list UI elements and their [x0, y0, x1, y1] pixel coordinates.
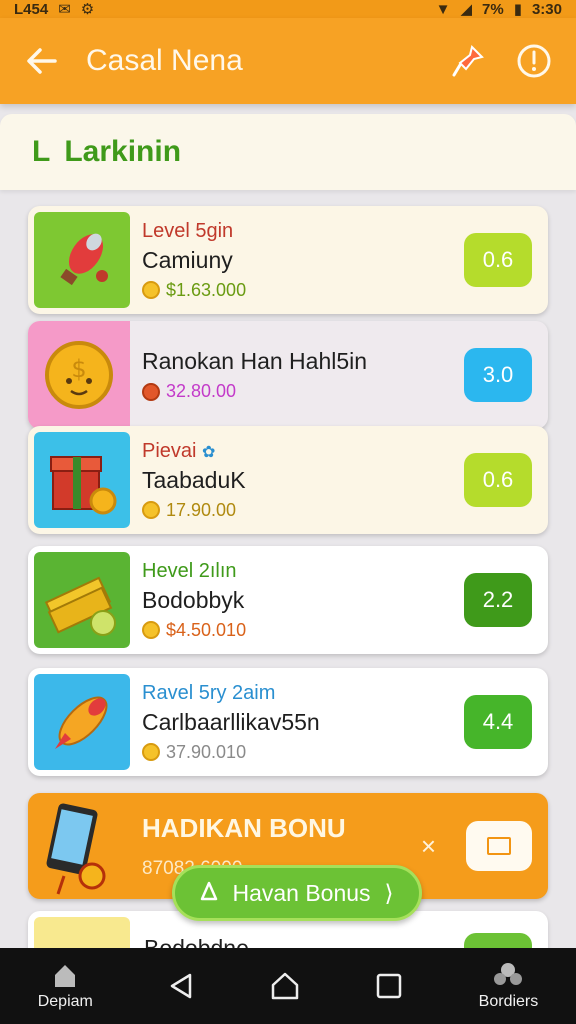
list-item[interactable]: Hevel 2ılın Bodobbyk $4.50.010 2.2: [28, 546, 548, 654]
navigation-bar: Depiam Bordiers: [0, 948, 576, 1024]
list-item[interactable]: $ Ranokan Han Hahl5in 32.80.00 3.0: [28, 321, 548, 429]
phone-bonus-icon: [28, 793, 128, 899]
nav-home[interactable]: Depiam: [38, 961, 93, 1011]
item-price-value: $4.50.010: [166, 619, 247, 640]
list-item[interactable]: Pievai ✿ TaabaduK 17.90.00 0.6: [28, 426, 548, 534]
svg-text:$: $: [71, 355, 86, 383]
battery-icon: ▮: [513, 1, 522, 18]
coin-icon: [142, 621, 160, 639]
list-item[interactable]: Level 5gin Camiuny $1.63.000 0.6: [28, 206, 548, 314]
arrow-left-icon[interactable]: [22, 41, 62, 81]
signal-icon: ◢: [460, 1, 473, 18]
item-name: Ranokan Han Hahl5in: [142, 348, 368, 374]
mail-icon: ✉: [58, 1, 71, 18]
item-price: $4.50.010: [142, 620, 464, 641]
score-badge[interactable]: 3.0: [464, 348, 532, 402]
house-icon: [55, 965, 76, 987]
home-outline-icon: [271, 972, 299, 1000]
item-price: 37.90.010: [142, 742, 464, 763]
app-bar: Casal Nena: [0, 18, 576, 104]
section-header: L Larkinin: [0, 114, 576, 190]
triangle-back-icon: [171, 973, 192, 999]
nav-back[interactable]: [168, 971, 194, 1001]
nav-right-label: Bordiers: [478, 993, 539, 1010]
lock-icon: [200, 880, 218, 907]
coin-icon: [142, 281, 160, 299]
item-price: $1.63.000: [142, 280, 464, 301]
settings-icon: ⚙: [80, 1, 95, 18]
item-name: Carlbaarllikav55n: [142, 708, 320, 735]
score-badge[interactable]: 4.4: [464, 695, 532, 749]
item-level: Ravel 5ry 2aim: [142, 681, 276, 704]
people-icon: [494, 963, 523, 985]
section-title: Larkinin: [64, 135, 182, 168]
info-circle-icon[interactable]: [514, 41, 554, 81]
rocket-icon: [34, 212, 130, 308]
item-name: TaabaduK: [142, 466, 246, 493]
nav-recents[interactable]: [375, 972, 403, 1000]
item-price-value: 17.90.00: [166, 499, 237, 520]
bonus-title: HADIKAN BONU: [142, 812, 346, 843]
nav-left-label: Depiam: [37, 993, 93, 1010]
coin-icon: [142, 743, 160, 761]
item-level: Level 5gin: [142, 219, 234, 242]
score-badge[interactable]: 0.6: [464, 453, 532, 507]
pin-icon[interactable]: [448, 41, 488, 81]
coin-icon: [142, 382, 160, 401]
nav-borders[interactable]: Bordiers: [478, 961, 539, 1011]
item-level: Hevel 2ılın: [142, 559, 237, 582]
item-name: Camiuny: [142, 246, 233, 273]
item-level-text: Pievai: [142, 439, 197, 462]
bonus-action-button[interactable]: [466, 821, 532, 871]
square-recents-icon: [376, 973, 402, 999]
coin-face-icon: $: [28, 321, 130, 429]
chevron-right-icon: ⟩: [384, 879, 394, 906]
score-badge[interactable]: 2.2: [464, 573, 532, 627]
item-price: 17.90.00: [142, 500, 464, 521]
bonus-button-label: Havan Bonus: [232, 879, 371, 906]
item-price: 32.80.00: [142, 381, 464, 402]
item-price-value: $1.63.000: [166, 279, 247, 300]
square-icon: [487, 837, 511, 855]
item-level: Pievai ✿: [142, 440, 464, 463]
clock: 3:30: [531, 0, 562, 18]
coin-icon: [142, 501, 160, 519]
bonus-button[interactable]: Havan Bonus ⟩: [172, 865, 422, 921]
battery-label: 7%: [482, 0, 504, 18]
rocket-icon: [34, 674, 130, 770]
page-title: Casal Nena: [86, 44, 243, 77]
item-name: Bodobbyk: [142, 586, 245, 613]
close-icon[interactable]: ×: [421, 831, 436, 862]
wifi-icon: ▼: [435, 0, 451, 18]
score-badge[interactable]: 0.6: [464, 233, 532, 287]
sparkle-icon: ✿: [202, 443, 216, 461]
item-price-value: 32.80.00: [166, 381, 237, 401]
section-mark: L: [32, 135, 51, 168]
nav-home-button[interactable]: [270, 971, 300, 1001]
gift-box-icon: [34, 432, 130, 528]
status-bar: L454 ✉ ⚙ ▼ ◢ 7% ▮ 3:30: [0, 0, 576, 18]
item-price-value: 37.90.010: [166, 741, 247, 762]
list-item[interactable]: Ravel 5ry 2aim Carlbaarllikav55n 37.90.0…: [28, 668, 548, 776]
cash-stack-icon: [34, 552, 130, 648]
carrier-label: L454: [14, 0, 49, 18]
